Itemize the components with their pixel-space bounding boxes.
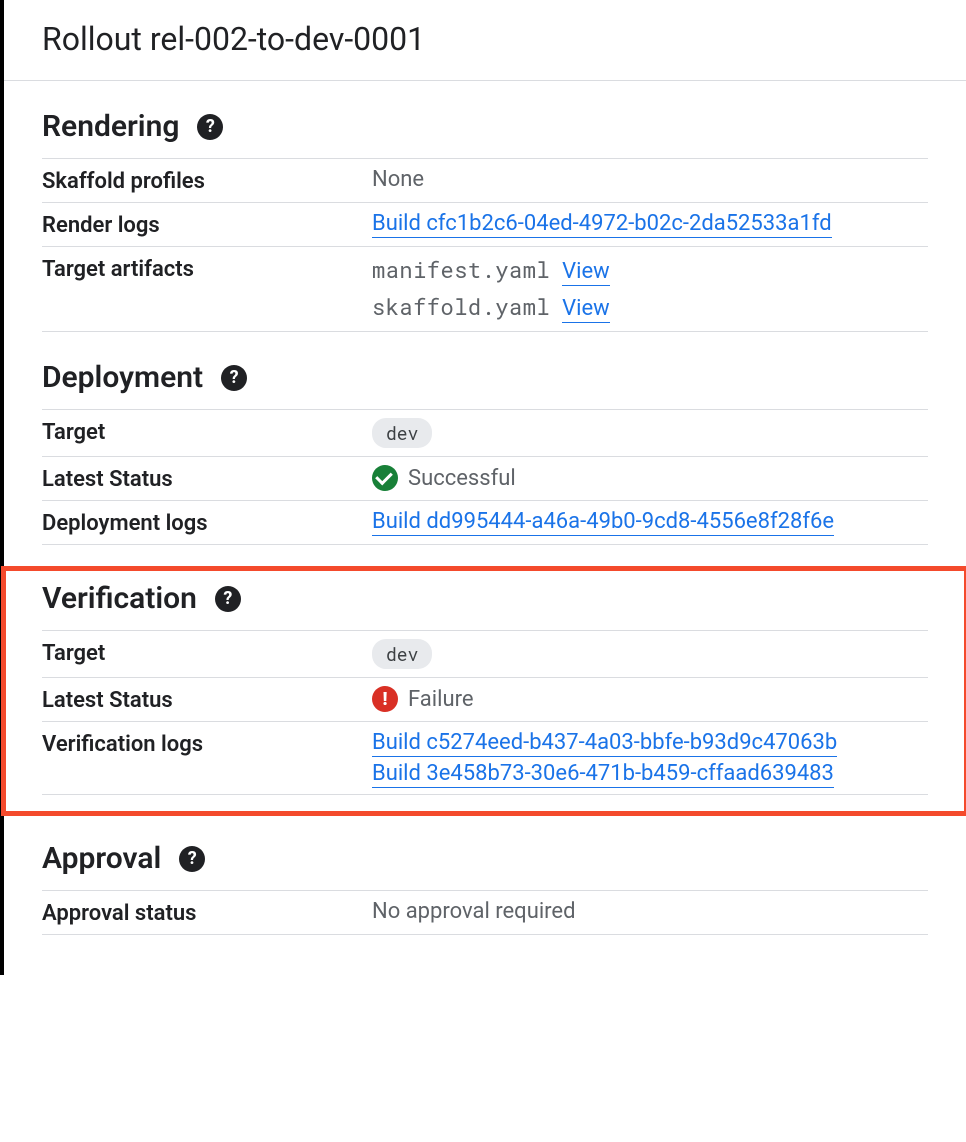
render-logs-link[interactable]: Build cfc1b2c6-04ed-4972-b02c-2da52533a1…: [372, 211, 832, 238]
section-approval: Approval ? Approval status No approval r…: [42, 825, 928, 935]
artifact-view-link[interactable]: View: [562, 259, 610, 286]
verification-log-link[interactable]: Build c5274eed-b437-4a03-bbfe-b93d9c4706…: [372, 730, 837, 757]
page-title: Rollout rel-002-to-dev-0001: [42, 20, 928, 80]
help-icon[interactable]: ?: [197, 114, 223, 140]
artifact-line: manifest.yaml View: [372, 255, 928, 286]
target-artifacts-label: Target artifacts: [42, 255, 372, 282]
artifact-view-link[interactable]: View: [562, 296, 610, 323]
approval-title: Approval: [42, 841, 161, 876]
help-icon[interactable]: ?: [215, 586, 241, 612]
verification-log-link[interactable]: Build 3e458b73-30e6-471b-b459-cffaad6394…: [372, 761, 834, 788]
success-icon: [372, 465, 398, 491]
target-chip: dev: [372, 418, 432, 448]
deployment-status-value: Successful: [408, 466, 516, 491]
approval-status-label: Approval status: [42, 899, 372, 926]
row-approval-status: Approval status No approval required: [42, 890, 928, 935]
section-verification: Verification ? Target dev Latest Status …: [4, 569, 966, 813]
section-deployment: Deployment ? Target dev Latest Status Su…: [42, 332, 928, 545]
help-icon[interactable]: ?: [221, 365, 247, 391]
deployment-logs-label: Deployment logs: [42, 509, 372, 536]
skaffold-profiles-value: None: [372, 167, 424, 192]
section-rendering: Rendering ? Skaffold profiles None Rende…: [42, 81, 928, 332]
skaffold-profiles-label: Skaffold profiles: [42, 167, 372, 194]
row-verification-logs: Verification logs Build c5274eed-b437-4a…: [42, 721, 928, 795]
target-chip: dev: [372, 639, 432, 669]
approval-status-value: No approval required: [372, 899, 576, 924]
row-deployment-target: Target dev: [42, 409, 928, 456]
rendering-title: Rendering: [42, 109, 179, 144]
verification-title: Verification: [42, 581, 197, 616]
row-verification-status: Latest Status ! Failure: [42, 677, 928, 721]
row-deployment-status: Latest Status Successful: [42, 456, 928, 500]
row-deployment-logs: Deployment logs Build dd995444-a46a-49b0…: [42, 500, 928, 545]
help-icon[interactable]: ?: [179, 846, 205, 872]
deployment-target-label: Target: [42, 418, 372, 445]
row-skaffold-profiles: Skaffold profiles None: [42, 158, 928, 202]
verification-status-label: Latest Status: [42, 686, 372, 713]
failure-icon: !: [372, 686, 398, 712]
verification-status-value: Failure: [408, 687, 474, 712]
verification-logs-label: Verification logs: [42, 730, 372, 757]
artifact-filename: manifest.yaml: [372, 255, 550, 284]
render-logs-label: Render logs: [42, 211, 372, 238]
verification-target-label: Target: [42, 639, 372, 666]
artifact-filename: skaffold.yaml: [372, 292, 550, 321]
deployment-logs-link[interactable]: Build dd995444-a46a-49b0-9cd8-4556e8f28f…: [372, 509, 834, 536]
row-target-artifacts: Target artifacts manifest.yaml View skaf…: [42, 246, 928, 332]
row-render-logs: Render logs Build cfc1b2c6-04ed-4972-b02…: [42, 202, 928, 246]
deployment-status-label: Latest Status: [42, 465, 372, 492]
row-verification-target: Target dev: [42, 630, 928, 677]
deployment-title: Deployment: [42, 360, 203, 395]
artifact-line: skaffold.yaml View: [372, 292, 928, 323]
